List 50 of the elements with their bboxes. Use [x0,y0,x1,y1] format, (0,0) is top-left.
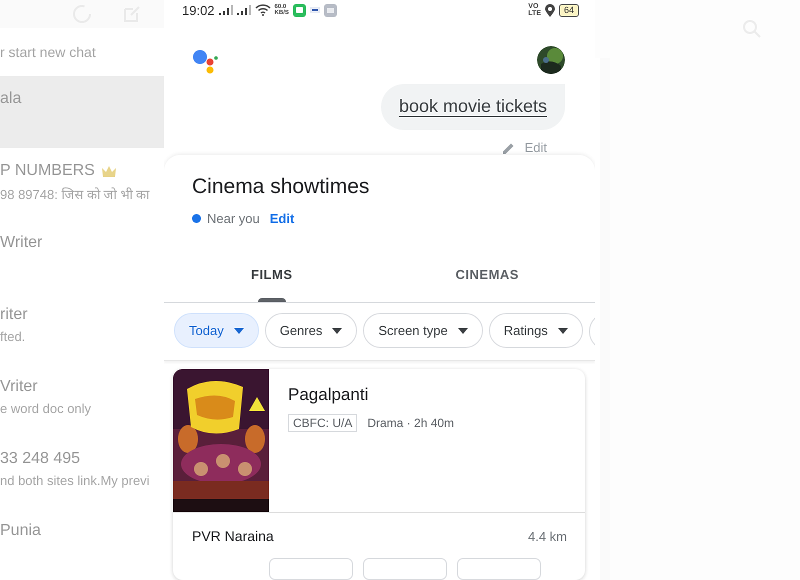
signal-icon [236,5,251,15]
app-icon [310,7,320,13]
location-dot-icon [192,214,201,223]
chat-preview: 98 89748: जिस को जो भी का [0,186,150,203]
tab[interactable]: FILMS [164,256,380,302]
filter-chip[interactable]: Ratings [488,313,583,348]
chat-title: ala [0,90,22,108]
showtime-slot[interactable] [363,558,447,580]
tab[interactable]: CINEMAS [380,256,595,302]
chat-title: Punia [0,522,41,540]
chat-row[interactable]: ala [0,76,164,148]
query-text: book movie tickets [398,96,547,116]
chat-preview: fted. [0,329,26,344]
assistant-logo [193,50,219,74]
caret-icon [558,328,568,334]
chat-preview: nd both sites link.My previ [0,473,151,488]
showtime-slot[interactable] [457,558,541,580]
chat-title: 33 248 495 [0,450,80,468]
card-title: Cinema showtimes [192,175,370,199]
status-time: 19:02 [182,2,215,18]
filter-chip[interactable]: Genres [264,313,358,348]
avatar[interactable] [537,46,565,74]
edit-link[interactable]: Edit [502,140,547,155]
movie-meta: Drama · 2h 40m [367,416,454,430]
location-icon [544,4,555,16]
query-bubble[interactable]: book movie tickets [380,84,565,130]
movie-title: Pagalpanti [288,385,370,405]
movie-card[interactable]: Pagalpanti CBFC: U/A Drama · 2h 40m PVR Naraina 4.4 km [173,369,585,580]
chat-preview: e word doc only [0,401,92,416]
search-hint: r start new chat [0,43,97,62]
caret-icon [332,328,342,334]
chat-title: Vriter [0,378,38,396]
chat-title: riter [0,306,28,324]
message-icon [292,4,306,16]
caret-icon [458,328,468,334]
chat-title: Writer [0,234,42,252]
signal-icon [218,5,233,15]
showtime-slot[interactable] [269,558,353,580]
filter-chip[interactable]: Screen type [363,313,483,348]
location-label: Near you [207,211,260,226]
cinema-name: PVR Naraina [192,528,274,544]
caret-icon [234,328,244,334]
wifi-icon [254,4,271,16]
battery-level: 64 [558,4,579,16]
certificate-tag: CBFC: U/A [288,414,358,432]
edit-location-link[interactable]: Edit [270,211,294,226]
app-icon [324,4,337,16]
filter-chip[interactable]: Today [174,313,259,348]
chat-title: P NUMBERS [0,162,95,180]
cinema-distance: 4.4 km [528,528,567,544]
